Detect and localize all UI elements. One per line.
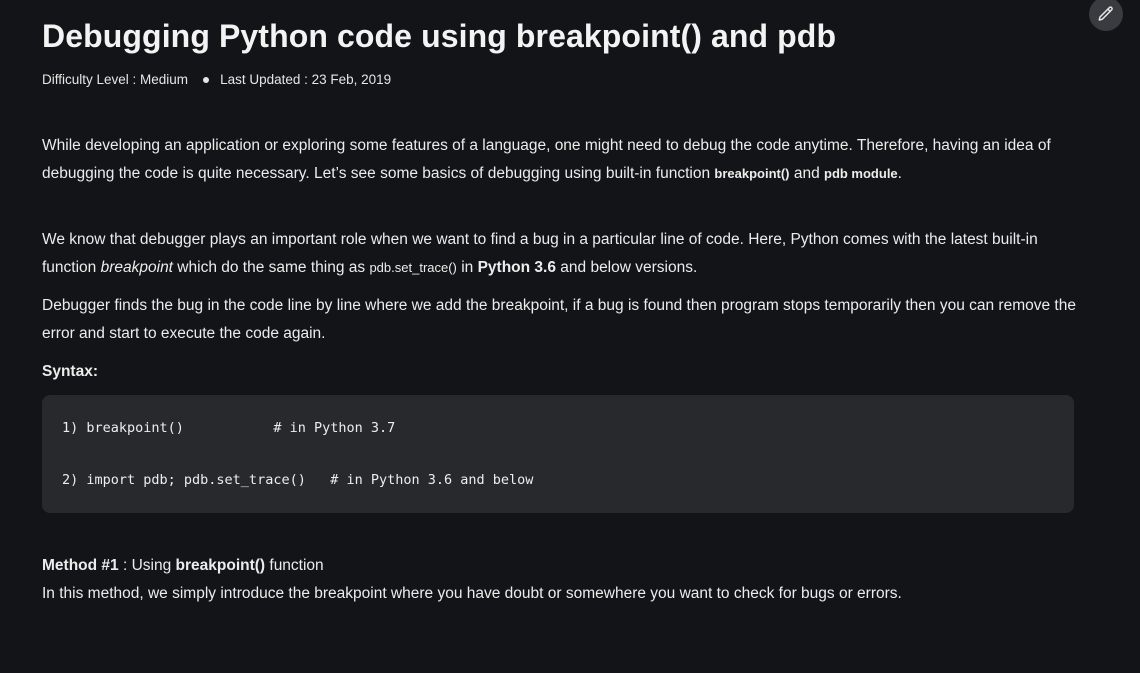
code-line-2: 2) import pdb; pdb.set_trace() # in Pyth… bbox=[62, 472, 534, 488]
difficulty-level: Difficulty Level : Medium bbox=[42, 72, 189, 87]
method-section: Method #1 : Using breakpoint() function … bbox=[42, 552, 1082, 608]
paragraph-debugger-role-mid: which do the same thing as bbox=[173, 259, 370, 276]
method-description: In this method, we simply introduce the … bbox=[42, 585, 902, 602]
pencil-icon bbox=[1097, 5, 1115, 23]
paragraph-debugger-finds: Debugger finds the bug in the code line … bbox=[42, 297, 1076, 342]
edit-button[interactable] bbox=[1089, 0, 1123, 31]
method-after: function bbox=[265, 557, 324, 574]
paragraph-intro-end: . bbox=[897, 165, 902, 182]
paragraph-debugger-role-mid2: in bbox=[456, 259, 478, 276]
inline-code-set-trace: pdb.set_trace() bbox=[369, 260, 457, 275]
method-label: Method #1 bbox=[42, 557, 119, 574]
method-sep: : Using bbox=[118, 557, 176, 574]
method-heading: Method #1 : Using breakpoint() function bbox=[42, 552, 1082, 580]
inline-code-pdb-module: pdb module bbox=[824, 166, 898, 181]
paragraph-intro: While developing an application or explo… bbox=[42, 132, 1082, 188]
article-meta: Difficulty Level : Medium Last Updated :… bbox=[42, 72, 391, 87]
inline-code-breakpoint: breakpoint() bbox=[714, 166, 790, 181]
last-updated: Last Updated : 23 Feb, 2019 bbox=[220, 72, 392, 87]
article-title: Debugging Python code using breakpoint()… bbox=[42, 18, 837, 54]
bold-python-version: Python 3.6 bbox=[477, 259, 556, 276]
paragraph-debugger-role-end: and below versions. bbox=[555, 259, 698, 276]
method-bold-breakpoint: breakpoint() bbox=[175, 557, 266, 574]
code-block: 1) breakpoint() # in Python 3.7 2) impor… bbox=[42, 395, 1074, 513]
paragraph-debugger-role: We know that debugger plays an important… bbox=[42, 226, 1082, 282]
syntax-heading: Syntax: bbox=[42, 363, 98, 380]
italic-breakpoint: breakpoint bbox=[100, 259, 173, 276]
separator-dot bbox=[203, 76, 210, 83]
paragraph-intro-mid: and bbox=[789, 165, 824, 182]
code-line-1: 1) breakpoint() # in Python 3.7 bbox=[62, 420, 396, 436]
